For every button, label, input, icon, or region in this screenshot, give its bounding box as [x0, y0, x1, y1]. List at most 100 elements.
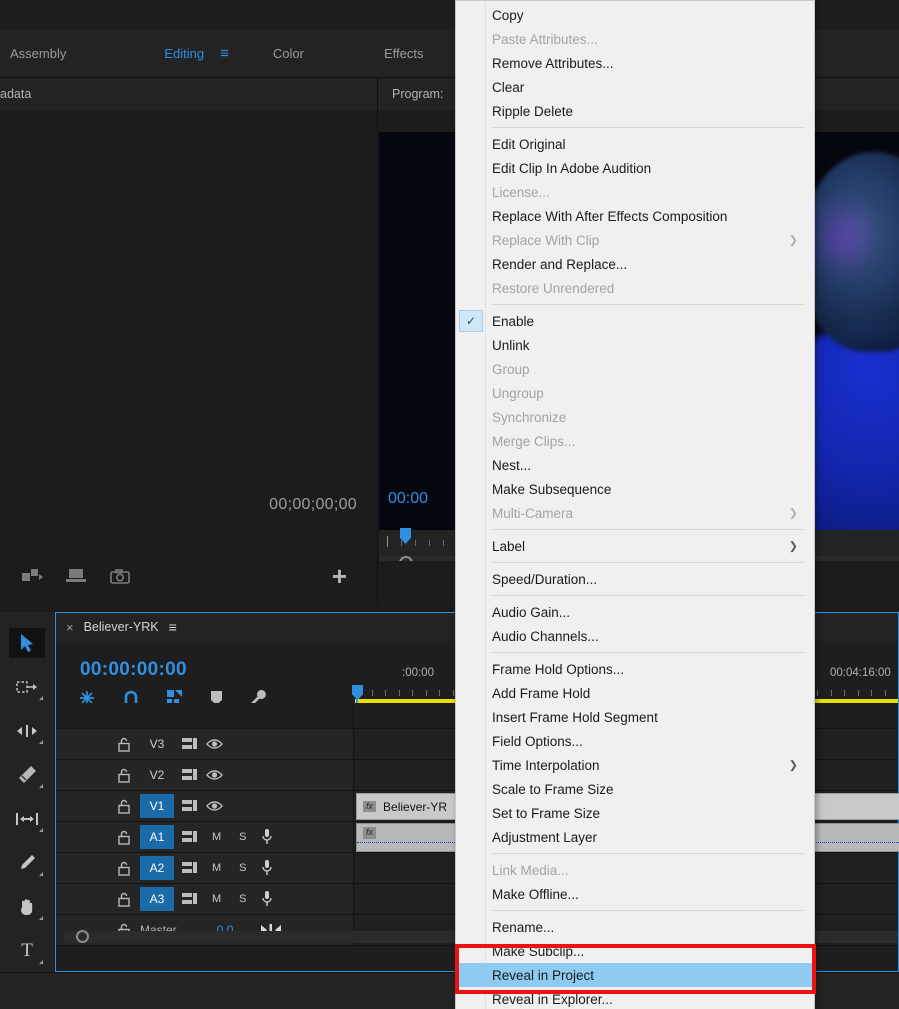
menu-item-scale-to-frame-size[interactable]: Scale to Frame Size — [456, 777, 814, 801]
workspace-menu-icon[interactable]: ≡ — [214, 46, 235, 61]
lock-icon[interactable] — [118, 861, 130, 876]
timeline-zoom-handle[interactable] — [76, 930, 89, 943]
track-name-v1[interactable]: V1 — [140, 794, 174, 818]
mute-track-button[interactable]: M — [212, 893, 221, 905]
tool-razor[interactable] — [9, 760, 45, 790]
menu-item-make-subclip[interactable]: Make Subclip... — [456, 939, 814, 963]
menu-item-make-subsequence[interactable]: Make Subsequence — [456, 477, 814, 501]
sync-lock-icon[interactable] — [182, 892, 198, 906]
menu-item-paste-attributes: Paste Attributes... — [456, 27, 814, 51]
menu-item-label[interactable]: Label ❯ — [456, 534, 814, 558]
tool-slip[interactable] — [9, 804, 45, 834]
menu-item-clear[interactable]: Clear — [456, 75, 814, 99]
lock-icon[interactable] — [118, 768, 130, 783]
menu-item-rename[interactable]: Rename... — [456, 915, 814, 939]
voice-over-mic-icon[interactable] — [261, 829, 273, 845]
voice-over-mic-icon[interactable] — [261, 860, 273, 876]
chevron-right-icon: ❯ — [788, 234, 798, 247]
track-name-a3[interactable]: A3 — [140, 887, 174, 911]
menu-item-nest[interactable]: Nest... — [456, 453, 814, 477]
tool-track-select-forward[interactable] — [9, 672, 45, 702]
program-monitor-timecode[interactable]: 00:00 — [388, 490, 428, 508]
lock-icon[interactable] — [118, 737, 130, 752]
tool-selection[interactable] — [9, 628, 45, 658]
timeline-sequence-name[interactable]: Believer-YRK — [84, 620, 159, 634]
menu-item-audio-gain[interactable]: Audio Gain... — [456, 600, 814, 624]
menu-item-time-interpolation[interactable]: Time Interpolation ❯ — [456, 753, 814, 777]
menu-item-reveal-in-explorer[interactable]: Reveal in Explorer... — [456, 987, 814, 1009]
menu-item-unlink[interactable]: Unlink — [456, 333, 814, 357]
menu-item-audio-channels[interactable]: Audio Channels... — [456, 624, 814, 648]
workspace-tab-editing[interactable]: Editing — [154, 46, 214, 61]
export-frame-icon[interactable] — [22, 568, 44, 584]
menu-item-enable[interactable]: ✓ Enable — [456, 309, 814, 333]
voice-over-mic-icon[interactable] — [261, 891, 273, 907]
menu-item-insert-frame-hold-segment[interactable]: Insert Frame Hold Segment — [456, 705, 814, 729]
workspace-tab-color[interactable]: Color — [263, 46, 314, 61]
solo-track-button[interactable]: S — [239, 862, 246, 874]
track-name-v3[interactable]: V3 — [140, 732, 174, 756]
timeline-playhead-timecode[interactable]: 00:00:00:00 — [80, 659, 187, 681]
track-name-a1[interactable]: A1 — [140, 825, 174, 849]
mute-track-button[interactable]: M — [212, 862, 221, 874]
tool-type[interactable]: T — [9, 936, 45, 966]
insert-icon[interactable] — [66, 568, 88, 584]
menu-item-replace-with-after-effects-composition[interactable]: Replace With After Effects Composition — [456, 204, 814, 228]
menu-item-set-to-frame-size[interactable]: Set to Frame Size — [456, 801, 814, 825]
solo-track-button[interactable]: S — [239, 831, 246, 843]
lock-icon[interactable] — [118, 892, 130, 907]
menu-item-add-frame-hold[interactable]: Add Frame Hold — [456, 681, 814, 705]
sync-lock-icon[interactable] — [182, 768, 198, 782]
menu-item-remove-attributes[interactable]: Remove Attributes... — [456, 51, 814, 75]
track-spacer-head — [56, 703, 354, 728]
menu-item-adjustment-layer[interactable]: Adjustment Layer — [456, 825, 814, 849]
workspace-tab-assembly[interactable]: Assembly — [0, 46, 76, 61]
tab-program[interactable]: Program: — [379, 87, 443, 101]
menu-separator — [492, 853, 804, 854]
sync-lock-icon[interactable] — [182, 799, 198, 813]
track-output-eye-icon[interactable] — [206, 800, 223, 812]
sync-lock-icon[interactable] — [182, 861, 198, 875]
menu-item-label: Replace With Clip — [492, 232, 600, 248]
camera-icon[interactable] — [110, 568, 130, 584]
menu-separator — [492, 652, 804, 653]
menu-item-label: Group — [492, 361, 530, 377]
sync-lock-icon[interactable] — [182, 737, 198, 751]
tool-pen[interactable] — [9, 848, 45, 878]
clip-context-menu[interactable]: Copy Paste Attributes... Remove Attributes… — [455, 0, 815, 1009]
tool-hand[interactable] — [9, 892, 45, 922]
menu-item-copy[interactable]: Copy — [456, 3, 814, 27]
menu-item-label: Make Subsequence — [492, 481, 612, 497]
menu-item-make-offline[interactable]: Make Offline... — [456, 882, 814, 906]
lock-icon[interactable] — [118, 799, 130, 814]
track-name-v2[interactable]: V2 — [140, 763, 174, 787]
close-icon[interactable]: × — [66, 620, 74, 635]
menu-item-field-options[interactable]: Field Options... — [456, 729, 814, 753]
menu-item-ripple-delete[interactable]: Ripple Delete — [456, 99, 814, 123]
button-editor-icon[interactable]: + — [332, 563, 347, 589]
menu-item-label: Scale to Frame Size — [492, 781, 614, 797]
menu-item-speed-duration[interactable]: Speed/Duration... — [456, 567, 814, 591]
mute-track-button[interactable]: M — [212, 831, 221, 843]
menu-item-edit-clip-in-adobe-audition[interactable]: Edit Clip In Adobe Audition — [456, 156, 814, 180]
sync-lock-icon[interactable] — [182, 830, 198, 844]
menu-item-replace-with-clip: Replace With Clip ❯ — [456, 228, 814, 252]
menu-item-frame-hold-options[interactable]: Frame Hold Options... — [456, 657, 814, 681]
lock-icon[interactable] — [118, 830, 130, 845]
track-output-eye-icon[interactable] — [206, 769, 223, 781]
menu-item-reveal-in-project[interactable]: Reveal in Project — [456, 963, 814, 987]
solo-track-button[interactable]: S — [239, 893, 246, 905]
source-monitor-toolbar: + — [0, 545, 377, 607]
workspace-tab-effects[interactable]: Effects — [374, 46, 434, 61]
menu-item-render-and-replace[interactable]: Render and Replace... — [456, 252, 814, 276]
track-output-eye-icon[interactable] — [206, 738, 223, 750]
menu-item-label: Edit Original — [492, 136, 566, 152]
tool-ripple-edit[interactable] — [9, 716, 45, 746]
tab-metadata[interactable]: adata — [0, 87, 31, 101]
menu-item-label: Reveal in Explorer... — [492, 991, 613, 1007]
menu-item-label: Nest... — [492, 457, 532, 473]
menu-item-edit-original[interactable]: Edit Original — [456, 132, 814, 156]
timeline-menu-icon[interactable]: ≡ — [169, 619, 177, 635]
track-name-a2[interactable]: A2 — [140, 856, 174, 880]
source-monitor-timecode[interactable]: 00;00;00;00 — [269, 496, 357, 514]
